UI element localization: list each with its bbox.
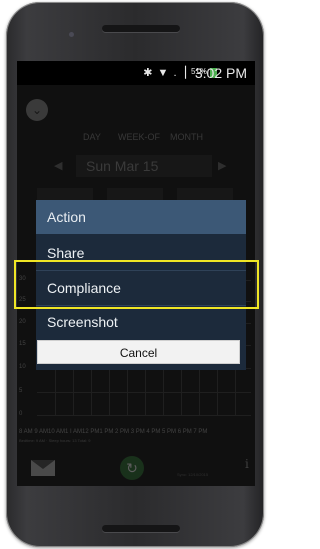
menu-item-screenshot[interactable]: Screenshot [36,305,246,339]
status-bar: ✱ ▼ .▕ 51% 3:02 PM [17,61,255,85]
front-camera [69,32,74,37]
status-icons: ✱ ▼ .▕ [143,67,187,79]
dialog-title: Action [36,200,246,234]
highlight-box [14,260,259,309]
cancel-button[interactable]: Cancel [37,340,240,364]
clock: 3:02 PM [194,65,247,81]
top-speaker [102,25,180,32]
bottom-speaker [102,525,180,532]
